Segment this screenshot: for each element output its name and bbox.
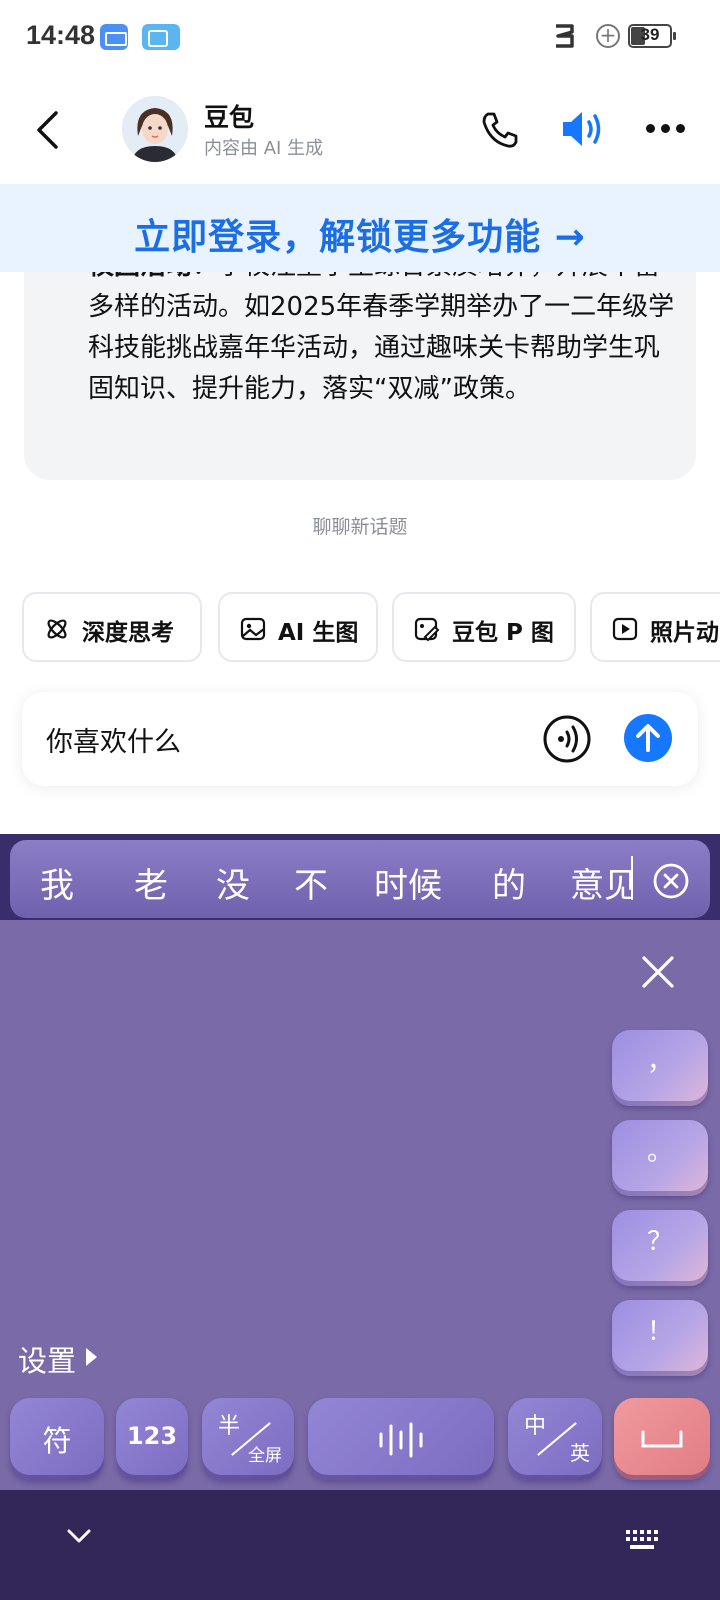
keyboard-switch-icon[interactable] bbox=[624, 1528, 660, 1552]
chip-label: AI 生图 bbox=[278, 620, 359, 646]
avatar[interactable] bbox=[122, 96, 188, 162]
back-arrow-icon[interactable] bbox=[34, 110, 60, 150]
chip-ai-image[interactable]: AI 生图 bbox=[218, 592, 378, 662]
battery-level: 39 bbox=[640, 25, 660, 44]
half-fullscreen-key[interactable]: 半 全屏 bbox=[202, 1398, 294, 1480]
chip-label: 深度思考 bbox=[82, 620, 174, 646]
message-content: 校园活动：学校注重学生综合素质培养，开展丰富多样的活动。如2025年春季学期举办… bbox=[24, 272, 696, 472]
scroll-caret bbox=[631, 856, 633, 900]
candidate-list: 我 老 没 不 时候 的 意见 bbox=[20, 840, 632, 918]
speaker-icon[interactable] bbox=[560, 108, 606, 150]
chip-label: 豆包 P 图 bbox=[452, 620, 554, 646]
arrow-up-icon bbox=[636, 724, 660, 752]
hide-keyboard-icon[interactable] bbox=[66, 1526, 92, 1546]
voice-input-icon[interactable] bbox=[542, 714, 592, 764]
message-input[interactable]: 你喜欢什么 bbox=[46, 720, 181, 759]
enter-key[interactable] bbox=[614, 1398, 710, 1480]
chip-deep-thinking[interactable]: 深度思考 bbox=[22, 592, 202, 662]
bot-name: 豆包 bbox=[204, 103, 255, 132]
comma-key[interactable]: ， bbox=[612, 1030, 708, 1106]
login-banner[interactable]: 立即登录，解锁更多功能 → bbox=[0, 184, 720, 272]
navigation-bar bbox=[0, 1490, 720, 1600]
more-options-icon[interactable] bbox=[646, 124, 686, 136]
message-body: ：学校注重学生综合素质培养，开展丰富多样的活动。如2025年春季学期举办了一二年… bbox=[88, 272, 675, 404]
feature-chips: 深度思考 AI 生图 豆包 P 图 照片动 bbox=[22, 592, 720, 664]
screen-record-icon bbox=[142, 24, 180, 50]
half-label: 半 bbox=[218, 1414, 241, 1439]
message-text: 校园活动：学校注重学生综合素质培养，开展丰富多样的活动。如2025年春季学期举办… bbox=[88, 272, 684, 410]
voice-wave-icon bbox=[379, 1422, 423, 1458]
video-icon bbox=[612, 617, 638, 641]
candidate-item[interactable]: 不 bbox=[294, 858, 328, 907]
candidate-item[interactable]: 老 bbox=[134, 858, 168, 907]
message-bold-prefix: 校园活动 bbox=[88, 272, 192, 281]
keyboard-notification-icon bbox=[100, 24, 128, 50]
chinese-label: 中 bbox=[524, 1414, 547, 1439]
photo-edit-icon bbox=[414, 617, 440, 642]
numbers-key-label: 123 bbox=[126, 1422, 178, 1450]
image-icon bbox=[240, 617, 266, 641]
fullscreen-label: 全屏 bbox=[248, 1446, 282, 1466]
phone-icon[interactable] bbox=[480, 110, 520, 150]
status-bar: 14:48 + 39 bbox=[0, 0, 720, 76]
candidate-item[interactable]: 时候 bbox=[374, 858, 442, 907]
ai-disclaimer: 内容由 AI 生成 bbox=[204, 138, 324, 159]
ime-keyboard: 我 老 没 不 时候 的 意见 ， 。 ？ ！ 设置 符 123 半 全屏 中 … bbox=[0, 834, 720, 1490]
close-keyboard-panel-icon[interactable] bbox=[640, 954, 676, 990]
sogou-icon bbox=[552, 22, 578, 50]
space-key[interactable] bbox=[308, 1398, 494, 1480]
symbol-key-label: 符 bbox=[42, 1424, 72, 1458]
chat-header: 豆包 内容由 AI 生成 bbox=[0, 76, 720, 184]
symbol-key[interactable]: 符 bbox=[10, 1398, 104, 1480]
battery-icon: 39 bbox=[628, 24, 676, 48]
keyboard-settings[interactable]: 设置 bbox=[18, 1338, 76, 1380]
chip-label: 照片动 bbox=[650, 620, 719, 646]
atom-icon bbox=[47, 619, 67, 639]
chip-photo-animate[interactable]: 照片动 bbox=[590, 592, 720, 662]
candidate-pill: 我 老 没 不 时候 的 意见 bbox=[10, 840, 710, 918]
question-key[interactable]: ？ bbox=[612, 1210, 708, 1286]
login-banner-text[interactable]: 立即登录，解锁更多功能 → bbox=[134, 208, 586, 260]
candidate-item[interactable]: 我 bbox=[40, 858, 74, 907]
exclamation-key[interactable]: ！ bbox=[612, 1300, 708, 1376]
language-switch-key[interactable]: 中 英 bbox=[508, 1398, 602, 1480]
candidate-bar: 我 老 没 不 时候 的 意见 bbox=[0, 834, 720, 920]
english-label: 英 bbox=[570, 1441, 590, 1465]
chip-photo-edit[interactable]: 豆包 P 图 bbox=[392, 592, 576, 662]
data-saver-icon: + bbox=[596, 24, 620, 48]
clear-candidates-icon[interactable] bbox=[652, 862, 690, 900]
new-topic-link[interactable]: 聊聊新话题 bbox=[0, 512, 720, 539]
period-key[interactable]: 。 bbox=[612, 1120, 708, 1196]
candidate-item[interactable]: 意见 bbox=[570, 858, 632, 907]
candidate-item[interactable]: 没 bbox=[216, 858, 250, 907]
status-time: 14:48 bbox=[26, 20, 96, 50]
send-button[interactable] bbox=[624, 714, 672, 762]
numbers-key[interactable]: 123 bbox=[116, 1398, 188, 1480]
enter-icon bbox=[641, 1430, 683, 1448]
candidate-item[interactable]: 的 bbox=[492, 858, 526, 907]
message-input-box[interactable]: 你喜欢什么 bbox=[22, 692, 698, 786]
settings-arrow-icon bbox=[86, 1348, 97, 1366]
